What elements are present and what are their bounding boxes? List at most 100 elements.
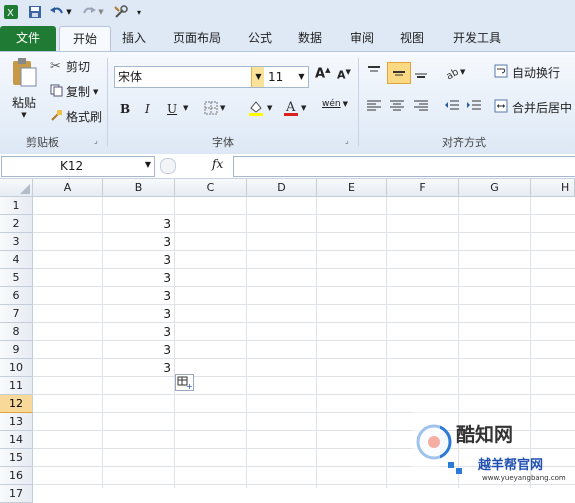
scissors-icon: ✂ bbox=[50, 59, 61, 74]
cell-b8[interactable]: 3 bbox=[103, 323, 173, 341]
row-header-6[interactable]: 6 bbox=[0, 287, 33, 305]
tab-formulas[interactable]: 公式 bbox=[238, 26, 282, 51]
copy-button[interactable]: 复制 ▼ bbox=[50, 83, 98, 100]
row-header-3[interactable]: 3 bbox=[0, 233, 33, 251]
row-header-9[interactable]: 9 bbox=[0, 341, 33, 359]
tab-review[interactable]: 审阅 bbox=[340, 26, 384, 51]
customize-icon[interactable]: ▾ bbox=[134, 3, 144, 21]
column-header-b[interactable]: B bbox=[103, 179, 175, 197]
cell-b4[interactable]: 3 bbox=[103, 251, 173, 269]
column-header-g[interactable]: G bbox=[459, 179, 531, 197]
tab-page-layout[interactable]: 页面布局 bbox=[162, 26, 232, 51]
borders-button[interactable]: ▼ bbox=[204, 101, 225, 115]
name-box[interactable]: K12 ▼ bbox=[1, 156, 155, 177]
save-icon[interactable] bbox=[26, 3, 44, 21]
formula-input[interactable] bbox=[233, 156, 575, 177]
font-name-dropdown-icon[interactable]: ▼ bbox=[251, 67, 265, 87]
row-header-4[interactable]: 4 bbox=[0, 251, 33, 269]
wrap-text-button[interactable]: 自动换行 bbox=[494, 64, 560, 81]
row-header-2[interactable]: 2 bbox=[0, 215, 33, 233]
row-header-10[interactable]: 10 bbox=[0, 359, 33, 377]
row-header-15[interactable]: 15 bbox=[0, 449, 33, 467]
cell-b2[interactable]: 3 bbox=[103, 215, 173, 233]
underline-dropdown-icon[interactable]: ▼ bbox=[183, 104, 188, 112]
align-right-button[interactable] bbox=[413, 99, 429, 113]
row-header-8[interactable]: 8 bbox=[0, 323, 33, 341]
decrease-font-size-button[interactable]: A▼ bbox=[337, 68, 351, 82]
italic-button[interactable]: I bbox=[145, 102, 150, 116]
gridline bbox=[316, 197, 317, 488]
paste-button[interactable]: 粘贴 ▼ bbox=[6, 56, 42, 126]
phonetic-button[interactable]: wén ▼ bbox=[322, 100, 348, 109]
font-size-combo[interactable]: 11 ▼ bbox=[264, 66, 309, 88]
clipboard-launcher-icon[interactable]: ⌟ bbox=[94, 136, 98, 145]
undo-dropdown-icon[interactable]: ▼ bbox=[64, 3, 74, 21]
orientation-button[interactable]: ab ▼ bbox=[444, 64, 465, 80]
column-header-h[interactable]: H bbox=[531, 179, 575, 197]
format-painter-button[interactable]: 格式刷 bbox=[50, 108, 102, 125]
align-middle-icon bbox=[393, 71, 405, 76]
cell-b5[interactable]: 3 bbox=[103, 269, 173, 287]
merge-center-button[interactable]: 合并后居中 bbox=[494, 99, 572, 116]
row-header-16[interactable]: 16 bbox=[0, 467, 33, 485]
align-middle-button[interactable] bbox=[387, 62, 411, 84]
cell-b10[interactable]: 3 bbox=[103, 359, 173, 377]
tools-icon[interactable] bbox=[112, 3, 130, 21]
row-header-12[interactable]: 12 bbox=[0, 395, 33, 413]
column-header-e[interactable]: E bbox=[317, 179, 387, 197]
column-header-c[interactable]: C bbox=[175, 179, 247, 197]
excel-icon[interactable]: X bbox=[2, 3, 20, 21]
tab-data[interactable]: 数据 bbox=[288, 26, 332, 51]
svg-text:+: + bbox=[186, 382, 193, 390]
increase-font-size-button[interactable]: A▲ bbox=[315, 66, 330, 81]
separator bbox=[358, 58, 359, 146]
font-name-combo[interactable]: 宋体 ▼ bbox=[114, 66, 266, 88]
borders-icon bbox=[204, 101, 218, 115]
fill-color-button[interactable]: ▼ bbox=[247, 99, 272, 117]
align-left-icon bbox=[367, 100, 381, 111]
align-left-button[interactable] bbox=[366, 99, 382, 113]
increase-indent-button[interactable] bbox=[466, 99, 482, 113]
clipboard-group-label: 剪贴板 bbox=[26, 136, 59, 149]
cell-b6[interactable]: 3 bbox=[103, 287, 173, 305]
column-header-a[interactable]: A bbox=[33, 179, 103, 197]
row-header-1[interactable]: 1 bbox=[0, 197, 33, 215]
tab-home[interactable]: 开始 bbox=[59, 26, 111, 52]
row-header-14[interactable]: 14 bbox=[0, 431, 33, 449]
column-header-d[interactable]: D bbox=[247, 179, 317, 197]
auto-fill-options-button[interactable]: + bbox=[175, 374, 194, 391]
tab-developer[interactable]: 开发工具 bbox=[442, 26, 512, 51]
align-bottom-button[interactable] bbox=[413, 64, 429, 80]
cut-button[interactable]: ✂ 剪切 bbox=[50, 58, 90, 75]
row-header-11[interactable]: 11 bbox=[0, 377, 33, 395]
row-header-5[interactable]: 5 bbox=[0, 269, 33, 287]
font-color-button[interactable]: A ▼ bbox=[283, 99, 306, 117]
name-box-dropdown-icon[interactable]: ▼ bbox=[145, 160, 151, 169]
separator bbox=[107, 58, 108, 146]
font-launcher-icon[interactable]: ⌟ bbox=[345, 136, 349, 145]
paste-label: 粘贴 bbox=[11, 96, 36, 110]
cell-b9[interactable]: 3 bbox=[103, 341, 173, 359]
cell-b7[interactable]: 3 bbox=[103, 305, 173, 323]
insert-function-button[interactable]: fx bbox=[212, 157, 223, 171]
tab-file[interactable]: 文件 bbox=[0, 26, 56, 51]
select-all-corner[interactable] bbox=[0, 179, 33, 197]
cell-b3[interactable]: 3 bbox=[103, 233, 173, 251]
column-header-f[interactable]: F bbox=[387, 179, 459, 197]
row-header-13[interactable]: 13 bbox=[0, 413, 33, 431]
underline-button[interactable]: U bbox=[167, 102, 177, 116]
redo-dropdown-icon[interactable]: ▼ bbox=[96, 3, 106, 21]
gridline bbox=[33, 394, 575, 395]
font-size-dropdown-icon[interactable]: ▼ bbox=[295, 67, 308, 87]
merge-center-label: 合并后居中 bbox=[512, 101, 573, 115]
decrease-indent-button[interactable] bbox=[444, 99, 460, 113]
wrap-text-icon bbox=[494, 64, 512, 81]
formula-bar-resize-handle[interactable] bbox=[160, 158, 176, 174]
row-header-7[interactable]: 7 bbox=[0, 305, 33, 323]
align-center-button[interactable] bbox=[389, 99, 405, 113]
bold-button[interactable]: B bbox=[120, 102, 130, 116]
svg-text:X: X bbox=[7, 8, 14, 19]
tab-insert[interactable]: 插入 bbox=[112, 26, 156, 51]
align-top-button[interactable] bbox=[366, 64, 382, 80]
tab-view[interactable]: 视图 bbox=[390, 26, 434, 51]
